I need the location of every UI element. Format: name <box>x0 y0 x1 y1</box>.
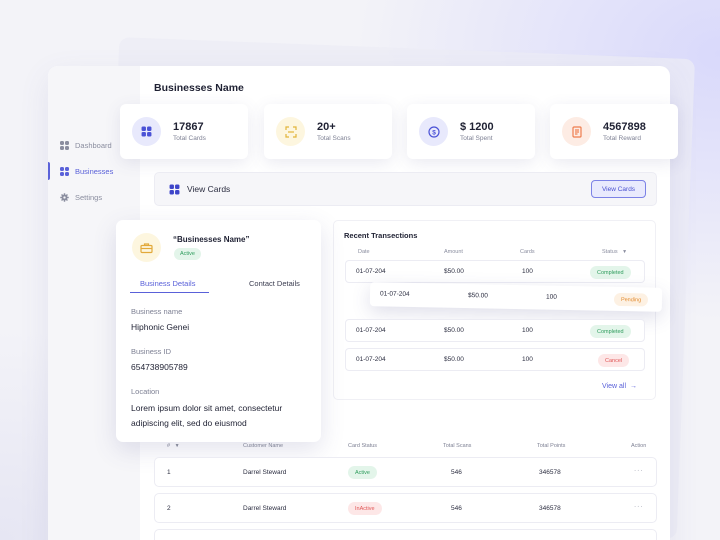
table-row[interactable]: 2 Darrel Steward InActive 546 346578 ··· <box>154 493 657 523</box>
tx-date: 01-07-204 <box>356 327 386 334</box>
table-row[interactable]: 01-07-204 $50.00 100 Completed <box>345 260 645 283</box>
sidebar-item-label: Settings <box>75 193 103 202</box>
column-header-action: Action <box>631 443 647 449</box>
status-badge: Pending <box>613 292 649 307</box>
column-header-date[interactable]: Date <box>358 249 370 255</box>
sort-down-icon: ▼ <box>622 249 628 255</box>
stat-label: Total Reward <box>603 135 641 142</box>
stat-value: $ 1200 <box>460 121 494 133</box>
stat-card-total-scans: 20+ Total Scans <box>264 104 392 159</box>
column-header-total-scans[interactable]: Total Scans <box>443 443 471 449</box>
sidebar-item-businesses[interactable]: Businesses <box>60 167 113 176</box>
tx-date: 01-07-204 <box>379 290 410 298</box>
business-detail-card: “Businesses Name” Active Business Detail… <box>116 220 321 442</box>
arrow-right-icon: → <box>630 383 637 390</box>
page-title: Businesses Name <box>154 82 244 94</box>
stat-card-total-reward: 4567898 Total Reward <box>550 104 678 159</box>
customer-name: Darrel Steward <box>243 469 287 476</box>
active-nav-indicator <box>48 162 50 180</box>
table-row[interactable]: 01-07-204 $50.00 100 Cancel <box>345 348 645 371</box>
more-actions-icon[interactable]: ··· <box>634 467 644 474</box>
column-header-customer-name[interactable]: Customer Name <box>243 443 283 449</box>
tx-amount: $50.00 <box>467 292 488 300</box>
table-row[interactable]: 1 Darrel Steward Active 546 346578 ··· <box>154 457 657 487</box>
view-all-link[interactable]: View all → <box>602 383 637 390</box>
tx-amount: $50.00 <box>444 327 464 334</box>
row-number: 2 <box>167 505 171 512</box>
status-badge: Active <box>348 466 377 479</box>
view-all-label: View all <box>602 383 626 390</box>
tx-amount: $50.00 <box>444 268 464 275</box>
status-badge: Completed <box>590 266 631 279</box>
view-cards-button[interactable]: View Cards <box>591 180 646 198</box>
dashboard-icon <box>60 141 69 150</box>
status-badge: InActive <box>348 502 382 515</box>
active-tab-indicator <box>130 292 209 293</box>
reward-icon <box>562 117 591 146</box>
total-scans: 546 <box>451 469 462 476</box>
view-cards-bar: View Cards View Cards <box>154 172 657 206</box>
status-badge: Cancel <box>598 354 630 367</box>
svg-text:$: $ <box>432 129 436 136</box>
cards-icon <box>169 184 180 195</box>
business-id-value: 654738905789 <box>131 362 188 372</box>
tab-business-details[interactable]: Business Details <box>140 279 195 288</box>
briefcase-icon <box>132 233 161 262</box>
tx-date: 01-07-204 <box>356 268 386 275</box>
total-points: 346578 <box>539 469 561 476</box>
location-value: Lorem ipsum dolor sit amet, consectetur … <box>131 403 283 428</box>
stat-value: 17867 <box>173 121 204 133</box>
column-header-label: Status <box>602 249 618 255</box>
sidebar-item-label: Dashboard <box>75 141 112 150</box>
stat-card-total-spent: $ $ 1200 Total Spent <box>407 104 535 159</box>
stat-card-total-cards: 17867 Total Cards <box>120 104 248 159</box>
businesses-icon <box>60 167 69 176</box>
total-points: 346578 <box>539 505 561 512</box>
location-label: Location <box>131 387 160 396</box>
sidebar-item-label: Businesses <box>75 167 114 176</box>
stat-label: Total Spent <box>460 135 493 142</box>
customer-name: Darrel Steward <box>243 505 287 512</box>
sidebar-item-dashboard[interactable]: Dashboard <box>60 141 112 150</box>
tx-cards: 100 <box>522 268 533 275</box>
business-name-heading: “Businesses Name” <box>173 235 250 244</box>
column-header-total-points[interactable]: Total Points <box>537 443 565 449</box>
tx-cards: 100 <box>545 293 557 301</box>
transactions-title: Recent Transections <box>344 231 418 240</box>
status-badge: Active <box>174 248 201 260</box>
scan-icon <box>276 117 305 146</box>
stat-label: Total Cards <box>173 135 206 142</box>
dollar-icon: $ <box>419 117 448 146</box>
tab-contact-details[interactable]: Contact Details <box>249 279 300 288</box>
tx-cards: 100 <box>522 356 533 363</box>
table-row[interactable] <box>154 529 657 540</box>
total-scans: 546 <box>451 505 462 512</box>
column-header-amount[interactable]: Amount <box>444 249 463 255</box>
column-header-cards[interactable]: Cards <box>520 249 535 255</box>
stat-label: Total Scans <box>317 135 351 142</box>
cards-icon <box>132 117 161 146</box>
row-number: 1 <box>167 469 171 476</box>
stat-value: 20+ <box>317 121 336 133</box>
business-id-label: Business ID <box>131 347 172 356</box>
status-badge: Completed <box>590 325 631 338</box>
table-row[interactable]: 01-07-204 $50.00 100 Completed <box>345 319 645 342</box>
stat-value: 4567898 <box>603 121 646 133</box>
column-header-card-status[interactable]: Card Status <box>348 443 377 449</box>
business-name-label: Business name <box>131 307 183 316</box>
more-actions-icon[interactable]: ··· <box>634 503 644 510</box>
business-name-value: Hiphonic Genei <box>131 322 190 332</box>
column-header-status[interactable]: Status ▼ <box>602 249 627 255</box>
tx-date: 01-07-204 <box>356 356 386 363</box>
sidebar-item-settings[interactable]: Settings <box>60 193 102 202</box>
column-header-number[interactable]: # ▼ <box>167 443 180 449</box>
view-cards-title: View Cards <box>187 184 231 194</box>
tx-cards: 100 <box>522 327 533 334</box>
column-header-label: # <box>167 443 171 449</box>
gear-icon <box>60 193 69 202</box>
tx-amount: $50.00 <box>444 356 464 363</box>
sort-down-icon: ▼ <box>174 443 180 449</box>
